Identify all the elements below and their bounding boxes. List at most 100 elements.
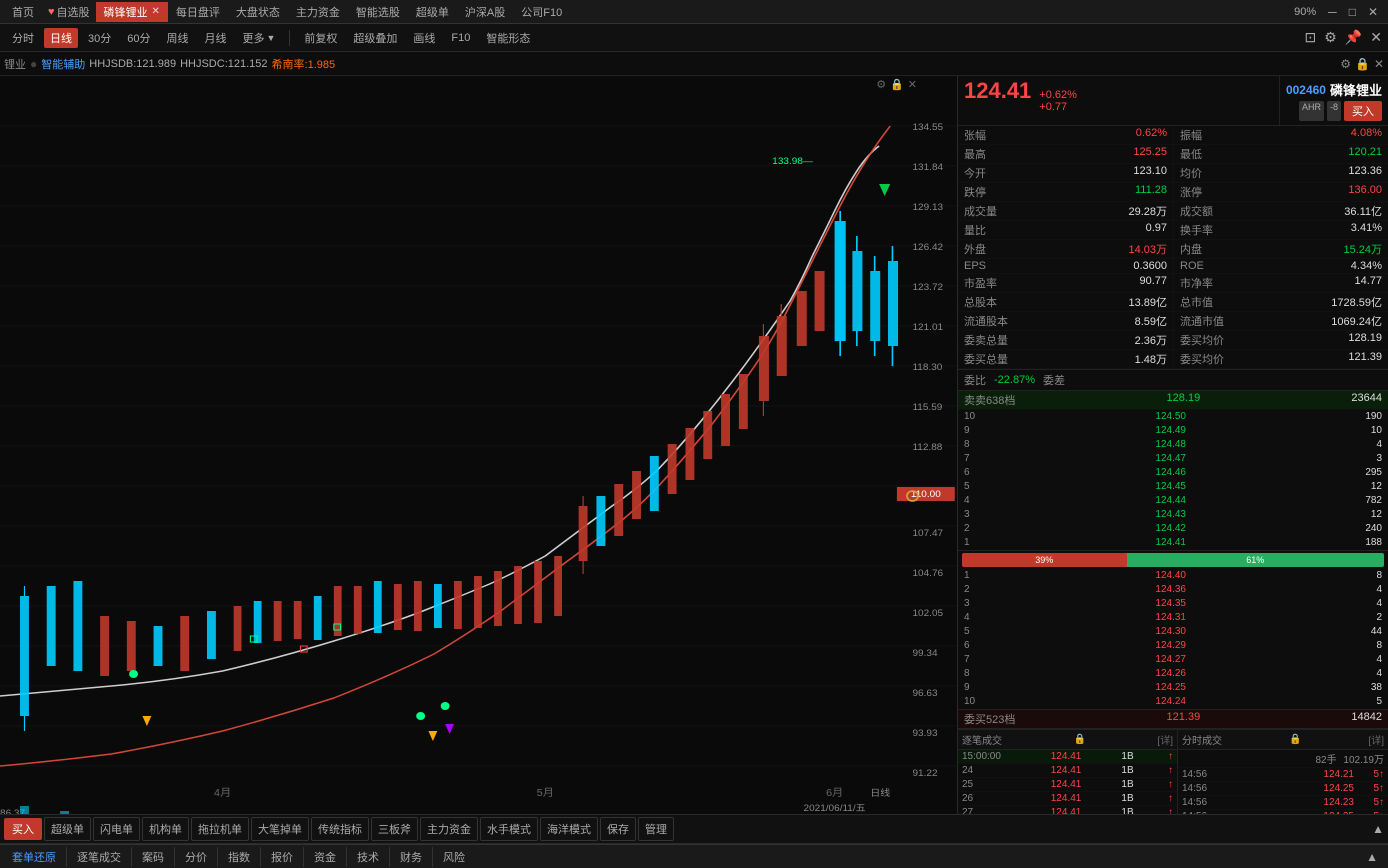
- tf-daily[interactable]: 日线: [44, 28, 78, 48]
- svg-text:日线: 日线: [870, 787, 891, 798]
- tool-fuquan[interactable]: 前复权: [298, 28, 343, 48]
- tf-60[interactable]: 60分: [121, 28, 156, 48]
- lock-trade-icon[interactable]: 🔒: [1073, 734, 1085, 745]
- nav-daily[interactable]: 每日盘评: [168, 4, 228, 20]
- bn-return[interactable]: 套单还原: [2, 847, 67, 867]
- val-zongguben: 13.89亿: [1128, 294, 1167, 310]
- chart-close[interactable]: ✕: [908, 78, 917, 91]
- pin-icon[interactable]: 📌: [1345, 29, 1362, 46]
- bt-mainforce[interactable]: 主力资金: [420, 817, 478, 841]
- ob-sell-vol: 23644: [1351, 392, 1382, 408]
- ob-sell-label: 卖卖638档: [964, 392, 1015, 408]
- nav-market[interactable]: 大盘状态: [228, 4, 288, 20]
- label-weibi: 委比: [964, 372, 986, 388]
- svg-text:123.72: 123.72: [912, 282, 943, 292]
- label-zuidi: 最低: [1180, 146, 1202, 162]
- label-bofu: 振幅: [1180, 127, 1202, 143]
- nav-stock-tab[interactable]: 磷锋锂业 ✕: [96, 2, 168, 22]
- indicator-hhjsdb[interactable]: HHJSDB:121.989: [89, 58, 176, 70]
- detail-icon[interactable]: [详]: [1157, 732, 1173, 747]
- tool-smartform[interactable]: 智能形态: [480, 28, 536, 48]
- nav-funds[interactable]: 主力资金: [288, 4, 348, 20]
- bt-super[interactable]: 超级单: [44, 817, 91, 841]
- val-waipan: 14.03万: [1128, 241, 1167, 257]
- bt-flash[interactable]: 闪电单: [93, 817, 140, 841]
- label-zongshizhi: 总市值: [1180, 294, 1213, 310]
- close-panel-icon[interactable]: ✕: [1370, 29, 1382, 46]
- lock-icon[interactable]: 🔒: [1355, 57, 1370, 71]
- arrow-up-nav[interactable]: ▲: [1358, 850, 1386, 864]
- svg-text:6月: 6月: [826, 787, 843, 798]
- val-zuidi: 120.21: [1348, 146, 1382, 162]
- trade-amount: 102.19万: [1343, 755, 1384, 766]
- bn-finance[interactable]: 财务: [390, 847, 433, 867]
- up-arrow-btn[interactable]: ▲: [1372, 822, 1384, 836]
- label-cjl: 成交量: [964, 203, 997, 219]
- indicator-hhjsdc[interactable]: HHJSDC:121.152: [180, 58, 267, 70]
- nav-sha[interactable]: 沪深A股: [457, 4, 513, 20]
- nav-smart[interactable]: 智能选股: [348, 4, 408, 20]
- expand-icon[interactable]: ⊡: [1305, 29, 1317, 46]
- label-jinkai: 今开: [964, 165, 986, 181]
- close-indicator[interactable]: ✕: [1374, 57, 1384, 71]
- chart-settings[interactable]: ⚙: [876, 78, 886, 91]
- close-btn[interactable]: ✕: [1362, 5, 1384, 19]
- label-weicha: 委差: [1043, 372, 1065, 388]
- tf-30[interactable]: 30分: [82, 28, 117, 48]
- chart-area[interactable]: 134.55 131.84 129.13 126.42 123.72 121.0…: [0, 76, 958, 814]
- zoom-level: 90%: [1288, 6, 1322, 18]
- btn-buy[interactable]: 买入: [1344, 101, 1382, 121]
- bn-trade[interactable]: 逐笔成交: [67, 847, 132, 867]
- bn-price[interactable]: 分价: [175, 847, 218, 867]
- nav-f10[interactable]: 公司F10: [513, 4, 570, 20]
- bt-bigpen[interactable]: 大笔掉单: [251, 817, 309, 841]
- bt-tractor[interactable]: 拖拉机单: [191, 817, 249, 841]
- val-weibi: -22.87%: [994, 374, 1035, 386]
- restore-btn[interactable]: □: [1343, 5, 1362, 19]
- tool-f10[interactable]: F10: [445, 30, 476, 46]
- label-zongguben: 总股本: [964, 294, 997, 310]
- bn-tech[interactable]: 技术: [347, 847, 390, 867]
- bt-save[interactable]: 保存: [600, 817, 636, 841]
- bn-index[interactable]: 指数: [218, 847, 261, 867]
- label-neipan: 内盘: [1180, 241, 1202, 257]
- lock-mintrade-icon[interactable]: 🔒: [1289, 734, 1301, 745]
- bn-quote[interactable]: 报价: [261, 847, 304, 867]
- bn-risk[interactable]: 风险: [433, 847, 475, 867]
- nav-super[interactable]: 超级单: [408, 4, 457, 20]
- chart-lock[interactable]: 🔒: [890, 78, 904, 91]
- nav-watchlist[interactable]: ♥ 自选股: [42, 4, 96, 20]
- bt-org[interactable]: 机构单: [142, 817, 189, 841]
- tf-more[interactable]: 更多 ▼: [237, 28, 282, 48]
- bn-capital[interactable]: 资金: [304, 847, 347, 867]
- label-zhangting: 涨停: [1180, 184, 1202, 200]
- nav-home[interactable]: 首页: [4, 4, 42, 20]
- bt-manage[interactable]: 管理: [638, 817, 674, 841]
- bt-ocean[interactable]: 海洋模式: [540, 817, 598, 841]
- tf-month[interactable]: 月线: [199, 28, 233, 48]
- settings-small[interactable]: ⚙: [1340, 57, 1351, 71]
- ob-buy-total-price: 121.39: [1167, 711, 1201, 727]
- indicator-xinanlv[interactable]: 希南率:1.985: [272, 56, 336, 72]
- tf-fenshi[interactable]: 分时: [6, 28, 40, 48]
- tool-superlay[interactable]: 超级叠加: [347, 28, 403, 48]
- tag-ahr: AHR: [1299, 101, 1324, 121]
- settings-icon[interactable]: ⚙: [1324, 29, 1337, 46]
- bt-sailor[interactable]: 水手模式: [480, 817, 538, 841]
- bt-buyin[interactable]: 买入: [4, 818, 42, 840]
- val-liutongshizhi: 1069.24亿: [1331, 313, 1382, 329]
- label-roe: ROE: [1180, 260, 1204, 272]
- val-weimaimaijunjia: 128.19: [1348, 332, 1382, 348]
- tool-draw[interactable]: 画线: [407, 28, 441, 48]
- label-waipan: 外盘: [964, 241, 986, 257]
- bt-tradition[interactable]: 传统指标: [311, 817, 369, 841]
- bn-code[interactable]: 案码: [132, 847, 175, 867]
- tf-week[interactable]: 周线: [161, 28, 195, 48]
- bt-sanfu[interactable]: 三板斧: [371, 817, 418, 841]
- label-shiyinglv: 市盈率: [964, 275, 997, 291]
- minimize-btn[interactable]: ─: [1322, 5, 1343, 19]
- tab-close-icon[interactable]: ✕: [152, 6, 160, 17]
- indicator-smart[interactable]: 智能辅助: [41, 56, 85, 72]
- detail-mintrade[interactable]: [详]: [1368, 732, 1384, 747]
- stock-name-display: 磷锋锂业: [1330, 80, 1382, 99]
